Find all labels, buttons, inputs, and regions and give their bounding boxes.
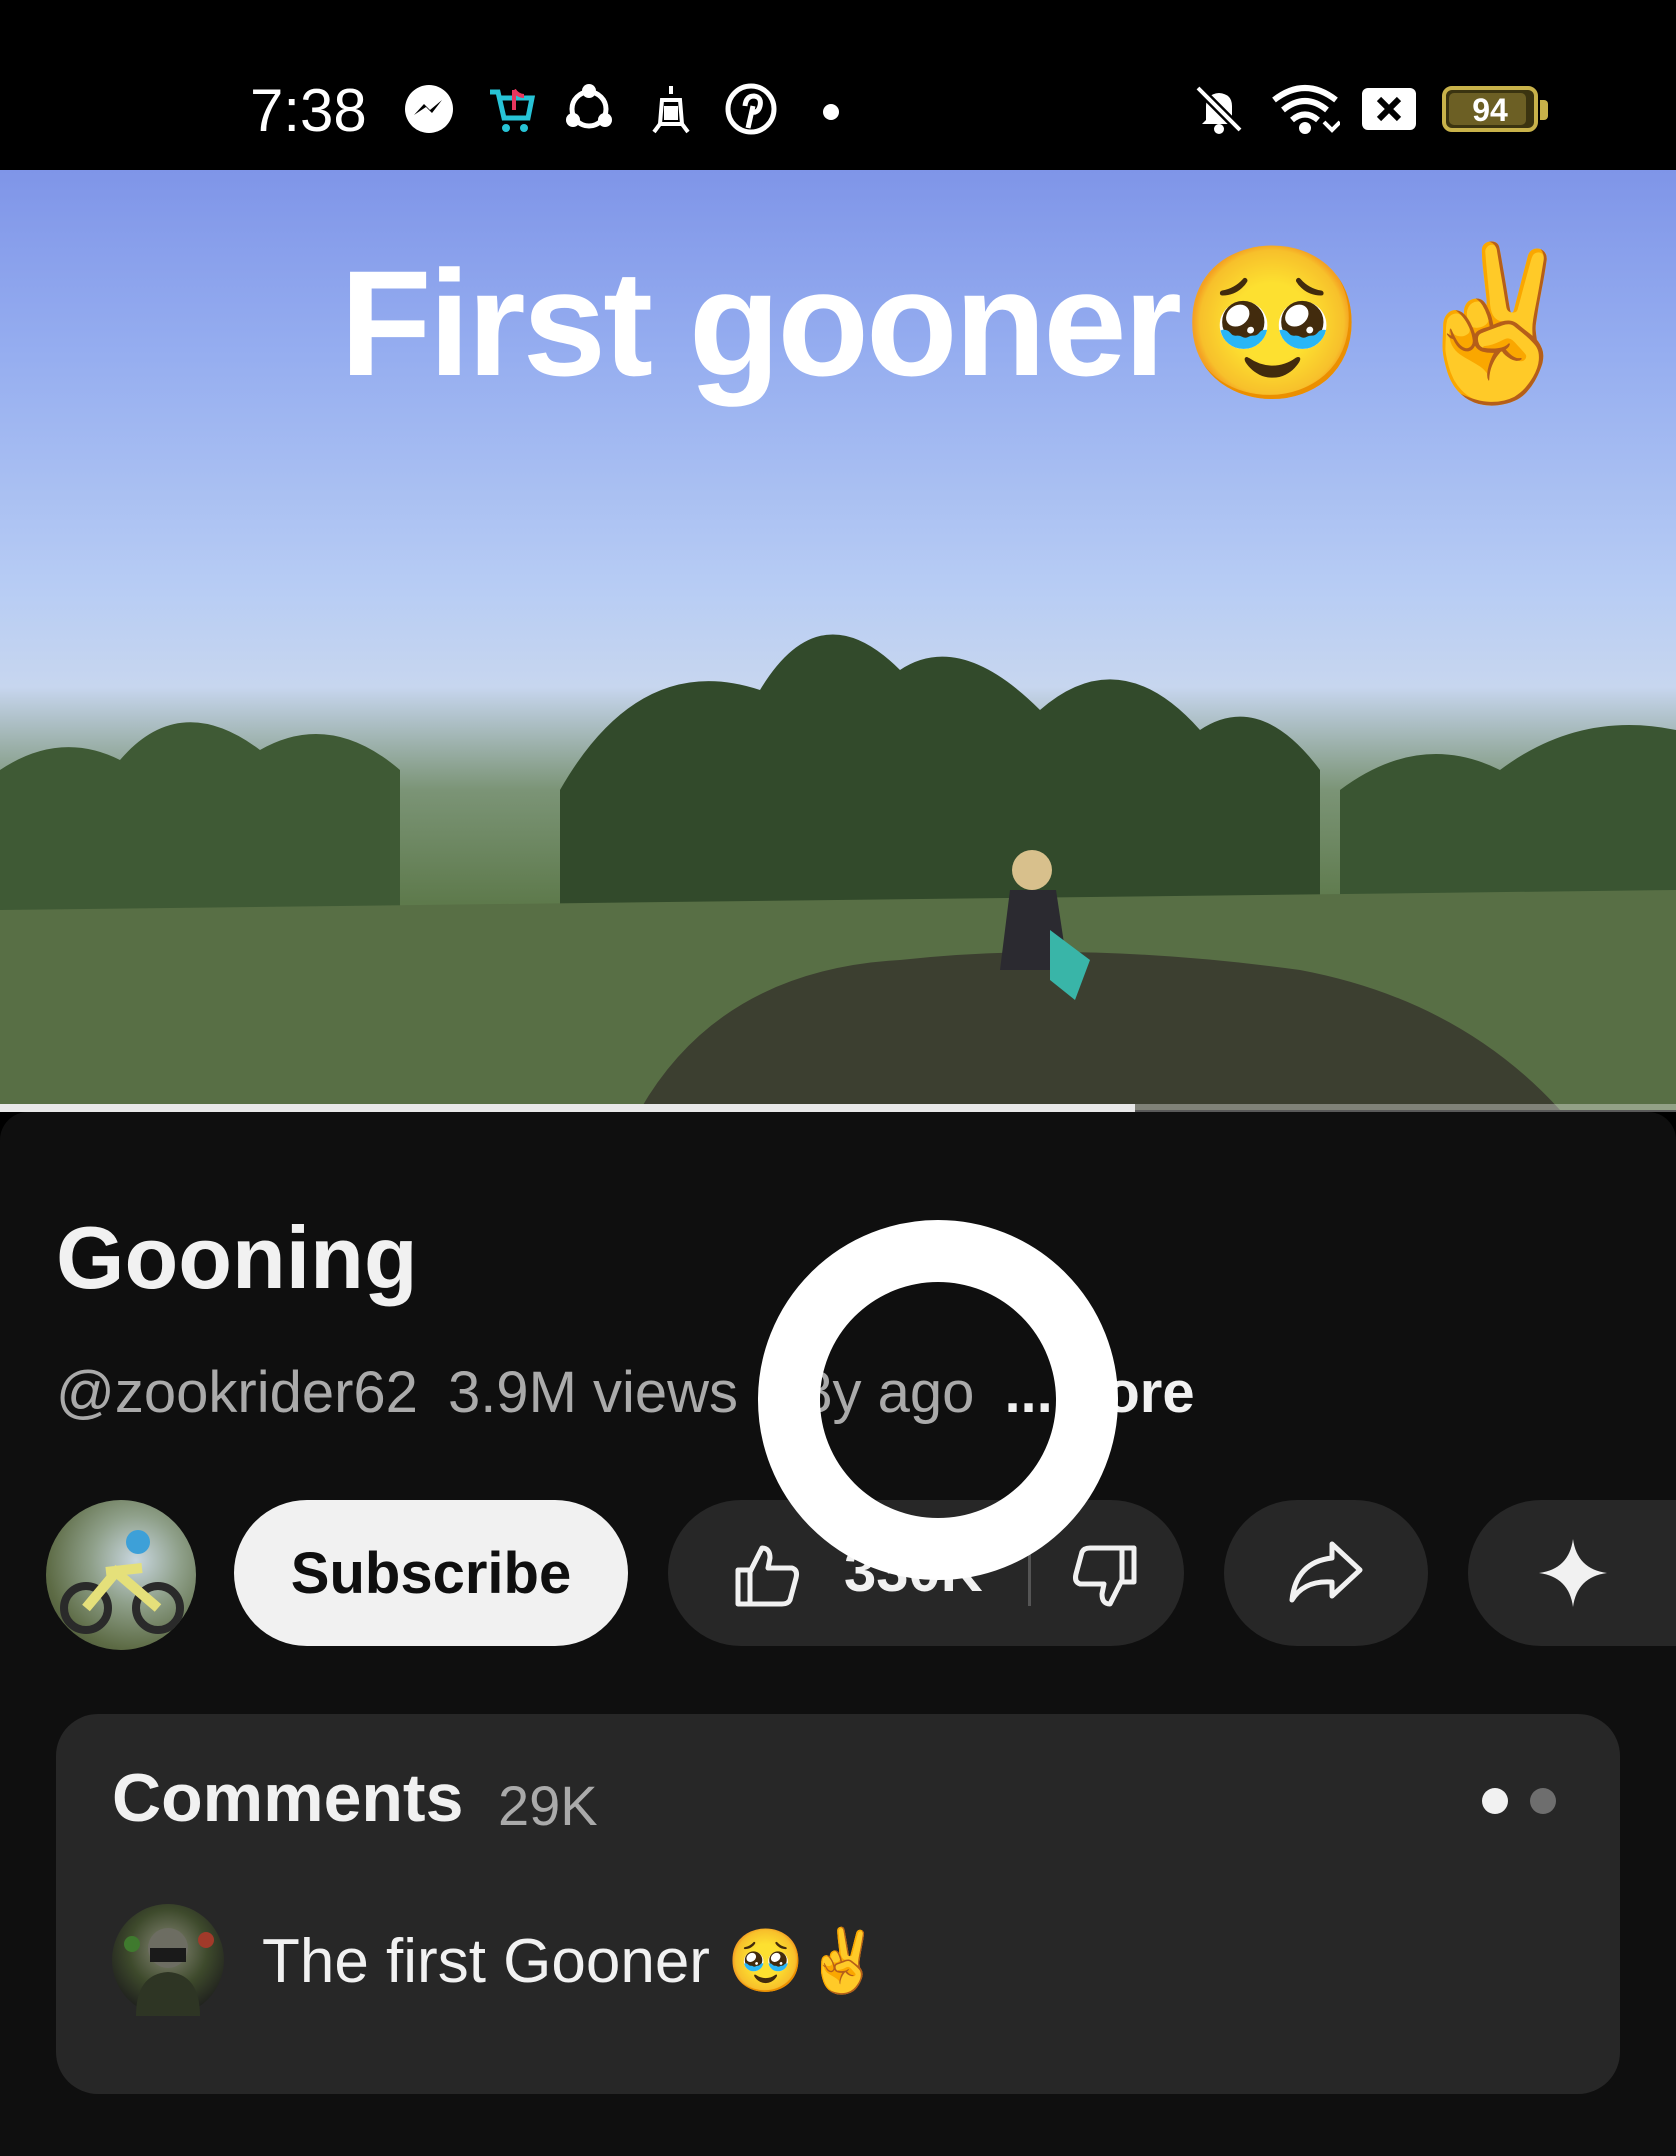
video-player[interactable]: First gooner🥹 ✌️ <box>0 170 1676 1110</box>
comments-panel[interactable]: Comments 29K The first Gooner 🥹✌️ <box>56 1714 1620 2094</box>
battery-icon: 94 <box>1442 86 1538 132</box>
view-count: 3.9M views <box>447 1360 739 1425</box>
top-comment-text: The first Gooner 🥹✌️ <box>262 1927 882 1996</box>
subscribe-button[interactable]: Subscribe <box>234 1500 628 1646</box>
silent-bell-icon <box>1194 84 1244 134</box>
like-count[interactable]: 330K <box>844 1538 983 1605</box>
comments-title: Comments <box>112 1760 464 1836</box>
more-description-link[interactable]: ...more <box>1004 1360 1194 1425</box>
more-notifications-dot <box>823 104 839 120</box>
status-time: 7:38 <box>250 77 367 144</box>
rocket-icon <box>652 86 690 134</box>
share-icon <box>1289 1541 1363 1603</box>
video-overlay-caption: First gooner🥹 ✌️ <box>340 239 1588 407</box>
video-metadata-row[interactable]: @zookrider62 3.9M views 18y ago ...more <box>56 1358 1225 1428</box>
thumbs-down-icon[interactable] <box>1070 1542 1140 1612</box>
remix-button[interactable] <box>1468 1500 1676 1646</box>
comments-count: 29K <box>498 1774 598 1837</box>
messenger-icon <box>405 85 453 133</box>
thumbs-up-icon[interactable] <box>732 1540 802 1610</box>
remix-sparkle-icon <box>1539 1539 1607 1607</box>
channel-handle[interactable]: @zookrider62 <box>56 1360 418 1425</box>
battery-tip <box>1540 100 1548 120</box>
pinterest-icon <box>725 83 777 135</box>
comments-pager-dot-active <box>1482 1788 1508 1814</box>
tiktok-shop-icon <box>490 88 536 132</box>
like-dislike-divider <box>1028 1540 1031 1606</box>
channel-avatar-image <box>60 1530 184 1634</box>
comments-pager-dot <box>1530 1788 1556 1814</box>
upload-age: 18y ago <box>768 1360 975 1425</box>
channel-avatar[interactable] <box>46 1500 196 1650</box>
commenter-avatar[interactable] <box>112 1904 224 2016</box>
commenter-avatar-image <box>124 1928 214 2016</box>
status-bar: 7:38 94 <box>0 0 1676 170</box>
close-box-icon <box>1362 88 1416 130</box>
like-dislike-group: 330K <box>668 1500 1184 1646</box>
video-progress-bar[interactable] <box>0 1104 1676 1112</box>
share-button[interactable] <box>1224 1500 1428 1646</box>
video-progress-fill <box>0 1104 1135 1112</box>
video-title[interactable]: Gooning <box>56 1208 418 1308</box>
share-hub-icon <box>566 84 612 129</box>
wifi-icon <box>1272 85 1340 134</box>
battery-level-text: 94 <box>1472 92 1508 128</box>
